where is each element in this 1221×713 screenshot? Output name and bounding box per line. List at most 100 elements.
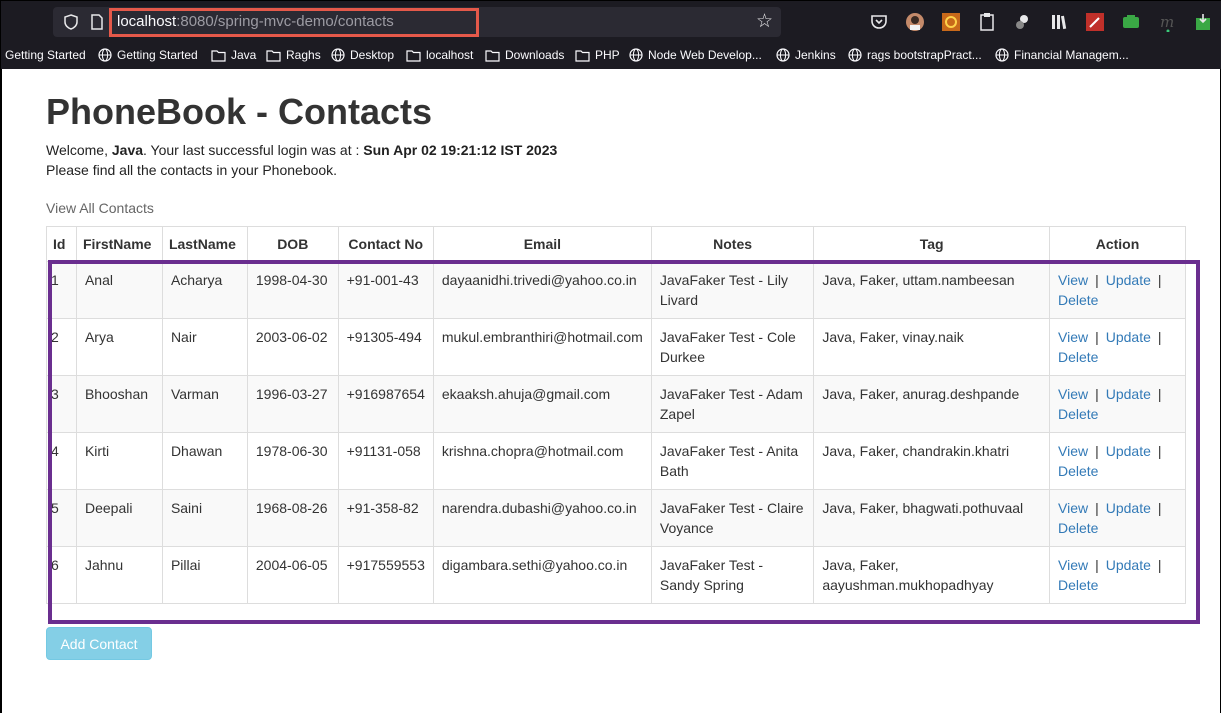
bookmark-item[interactable]: Java (211, 48, 256, 62)
view-link[interactable]: View (1058, 557, 1088, 573)
bookmark-item[interactable]: Raghs (266, 48, 321, 62)
view-link[interactable]: View (1058, 443, 1088, 459)
bookmark-label: rags bootstrapPract... (867, 48, 982, 62)
delete-link[interactable]: Delete (1058, 292, 1098, 308)
cell-tag: Java, Faker, anurag.deshpande (813, 375, 1050, 433)
gear-extension-icon[interactable] (941, 12, 961, 32)
cell-action: View | Update | Delete (1049, 432, 1186, 490)
library-icon[interactable] (1049, 12, 1069, 32)
table-row: 2 Arya Nair 2003-06-02 +91305-494 mukul.… (46, 318, 1186, 376)
cell-notes: JavaFaker Test - Claire Voyance (650, 489, 815, 547)
update-link[interactable]: Update (1106, 557, 1151, 573)
green-extension-icon[interactable] (1121, 12, 1141, 32)
contacts-table: Id FirstName LastName DOB Contact No Ema… (46, 226, 1186, 604)
delete-link[interactable]: Delete (1058, 520, 1098, 536)
globe-icon (629, 48, 643, 62)
page-icon[interactable] (89, 14, 105, 30)
cell-dob: 2003-06-02 (246, 318, 339, 376)
update-link[interactable]: Update (1106, 500, 1151, 516)
cell-lastname: Acharya (161, 261, 248, 319)
cell-firstname: Jahnu (75, 546, 163, 604)
column-header-lastname: LastName (161, 226, 248, 262)
table-row: 5 Deepali Saini 1968-08-26 +91-358-82 na… (46, 489, 1186, 547)
delete-link[interactable]: Delete (1058, 406, 1098, 422)
cell-firstname: Anal (75, 261, 163, 319)
bookmark-star-icon[interactable]: ☆ (756, 10, 773, 33)
table-row: 6 Jahnu Pillai 2004-06-05 +917559553 dig… (46, 546, 1186, 604)
bookmark-label: Raghs (286, 48, 321, 62)
clipboard-icon[interactable] (977, 12, 997, 32)
view-link[interactable]: View (1058, 329, 1088, 345)
svg-text:m: m (1160, 13, 1174, 31)
avatar-icon[interactable] (905, 12, 925, 32)
pawn-extension-icon[interactable] (1013, 12, 1033, 32)
view-link[interactable]: View (1058, 272, 1088, 288)
cell-firstname: Bhooshan (75, 375, 163, 433)
action-separator: | (1095, 329, 1099, 345)
update-link[interactable]: Update (1106, 386, 1151, 402)
bookmark-item[interactable]: Getting Started (5, 48, 86, 62)
action-separator: | (1095, 272, 1099, 288)
bookmark-label: localhost (426, 48, 474, 62)
delete-link[interactable]: Delete (1058, 577, 1098, 593)
cell-id: 5 (46, 489, 77, 547)
page-subtitle: Please find all the contacts in your Pho… (46, 162, 338, 178)
bookmark-item[interactable]: Node Web Develop... (629, 48, 762, 62)
update-link[interactable]: Update (1106, 272, 1151, 288)
bookmarks-bar: Getting Started Getting Started Java Rag… (1, 45, 1221, 69)
action-separator: | (1157, 500, 1162, 516)
bookmark-item[interactable]: Desktop (331, 48, 394, 62)
m-extension-icon[interactable]: m (1157, 12, 1177, 32)
url-path: :8080/spring-mvc-demo/contacts (176, 13, 394, 30)
cell-action: View | Update | Delete (1049, 489, 1186, 547)
action-separator: | (1095, 386, 1099, 402)
delete-link[interactable]: Delete (1058, 349, 1098, 365)
bookmark-item[interactable]: Getting Started (98, 48, 198, 62)
view-all-contacts-link[interactable]: View All Contacts (46, 200, 154, 216)
browser-toolbar: localhost:8080/spring-mvc-demo/contacts … (1, 1, 1221, 45)
view-link[interactable]: View (1058, 386, 1088, 402)
cell-email: krishna.chopra@hotmail.com (432, 432, 652, 490)
welcome-message: Welcome, Java. Your last successful logi… (46, 142, 557, 158)
cell-lastname: Varman (161, 375, 248, 433)
view-link[interactable]: View (1058, 500, 1088, 516)
bookmark-item[interactable]: localhost (406, 48, 473, 62)
color-picker-icon[interactable] (1085, 12, 1105, 32)
cell-firstname: Deepali (75, 489, 163, 547)
shield-icon[interactable] (63, 14, 79, 30)
pocket-icon[interactable] (869, 12, 889, 32)
bookmark-item[interactable]: PHP (575, 48, 620, 62)
welcome-prefix: Welcome, (46, 142, 112, 158)
cell-contact-no: +917559553 (337, 546, 434, 604)
update-link[interactable]: Update (1106, 329, 1151, 345)
bookmark-label: Java (231, 48, 257, 62)
cell-action: View | Update | Delete (1049, 546, 1186, 604)
add-contact-button[interactable]: Add Contact (46, 627, 152, 660)
address-bar[interactable]: localhost:8080/spring-mvc-demo/contacts … (53, 7, 781, 37)
cell-lastname: Pillai (161, 546, 248, 604)
bookmark-item[interactable]: Downloads (485, 48, 564, 62)
cell-id: 2 (46, 318, 77, 376)
cell-contact-no: +916987654 (337, 375, 434, 433)
download-extension-icon[interactable] (1193, 12, 1213, 32)
url-text[interactable]: localhost:8080/spring-mvc-demo/contacts (117, 13, 394, 30)
delete-link[interactable]: Delete (1058, 463, 1098, 479)
column-header-firstname: FirstName (75, 226, 163, 262)
cell-dob: 1968-08-26 (246, 489, 339, 547)
column-header-contact-no: Contact No (337, 226, 434, 262)
bookmark-item[interactable]: Financial Managem... (995, 48, 1129, 62)
bookmark-label: Jenkins (795, 48, 836, 62)
cell-firstname: Kirti (75, 432, 163, 490)
update-link[interactable]: Update (1106, 443, 1151, 459)
cell-tag: Java, Faker, uttam.nambeesan (813, 261, 1050, 319)
action-separator: | (1157, 386, 1162, 402)
folder-icon (485, 49, 500, 62)
cell-contact-no: +91131-058 (337, 432, 434, 490)
bookmark-item[interactable]: Jenkins (776, 48, 836, 62)
cell-dob: 1978-06-30 (246, 432, 339, 490)
bookmark-label: Node Web Develop... (648, 48, 762, 62)
bookmark-item[interactable]: rags bootstrapPract... (848, 48, 982, 62)
table-row: 3 Bhooshan Varman 1996-03-27 +916987654 … (46, 375, 1186, 433)
table-row: 4 Kirti Dhawan 1978-06-30 +91131-058 kri… (46, 432, 1186, 490)
action-separator: | (1157, 443, 1162, 459)
